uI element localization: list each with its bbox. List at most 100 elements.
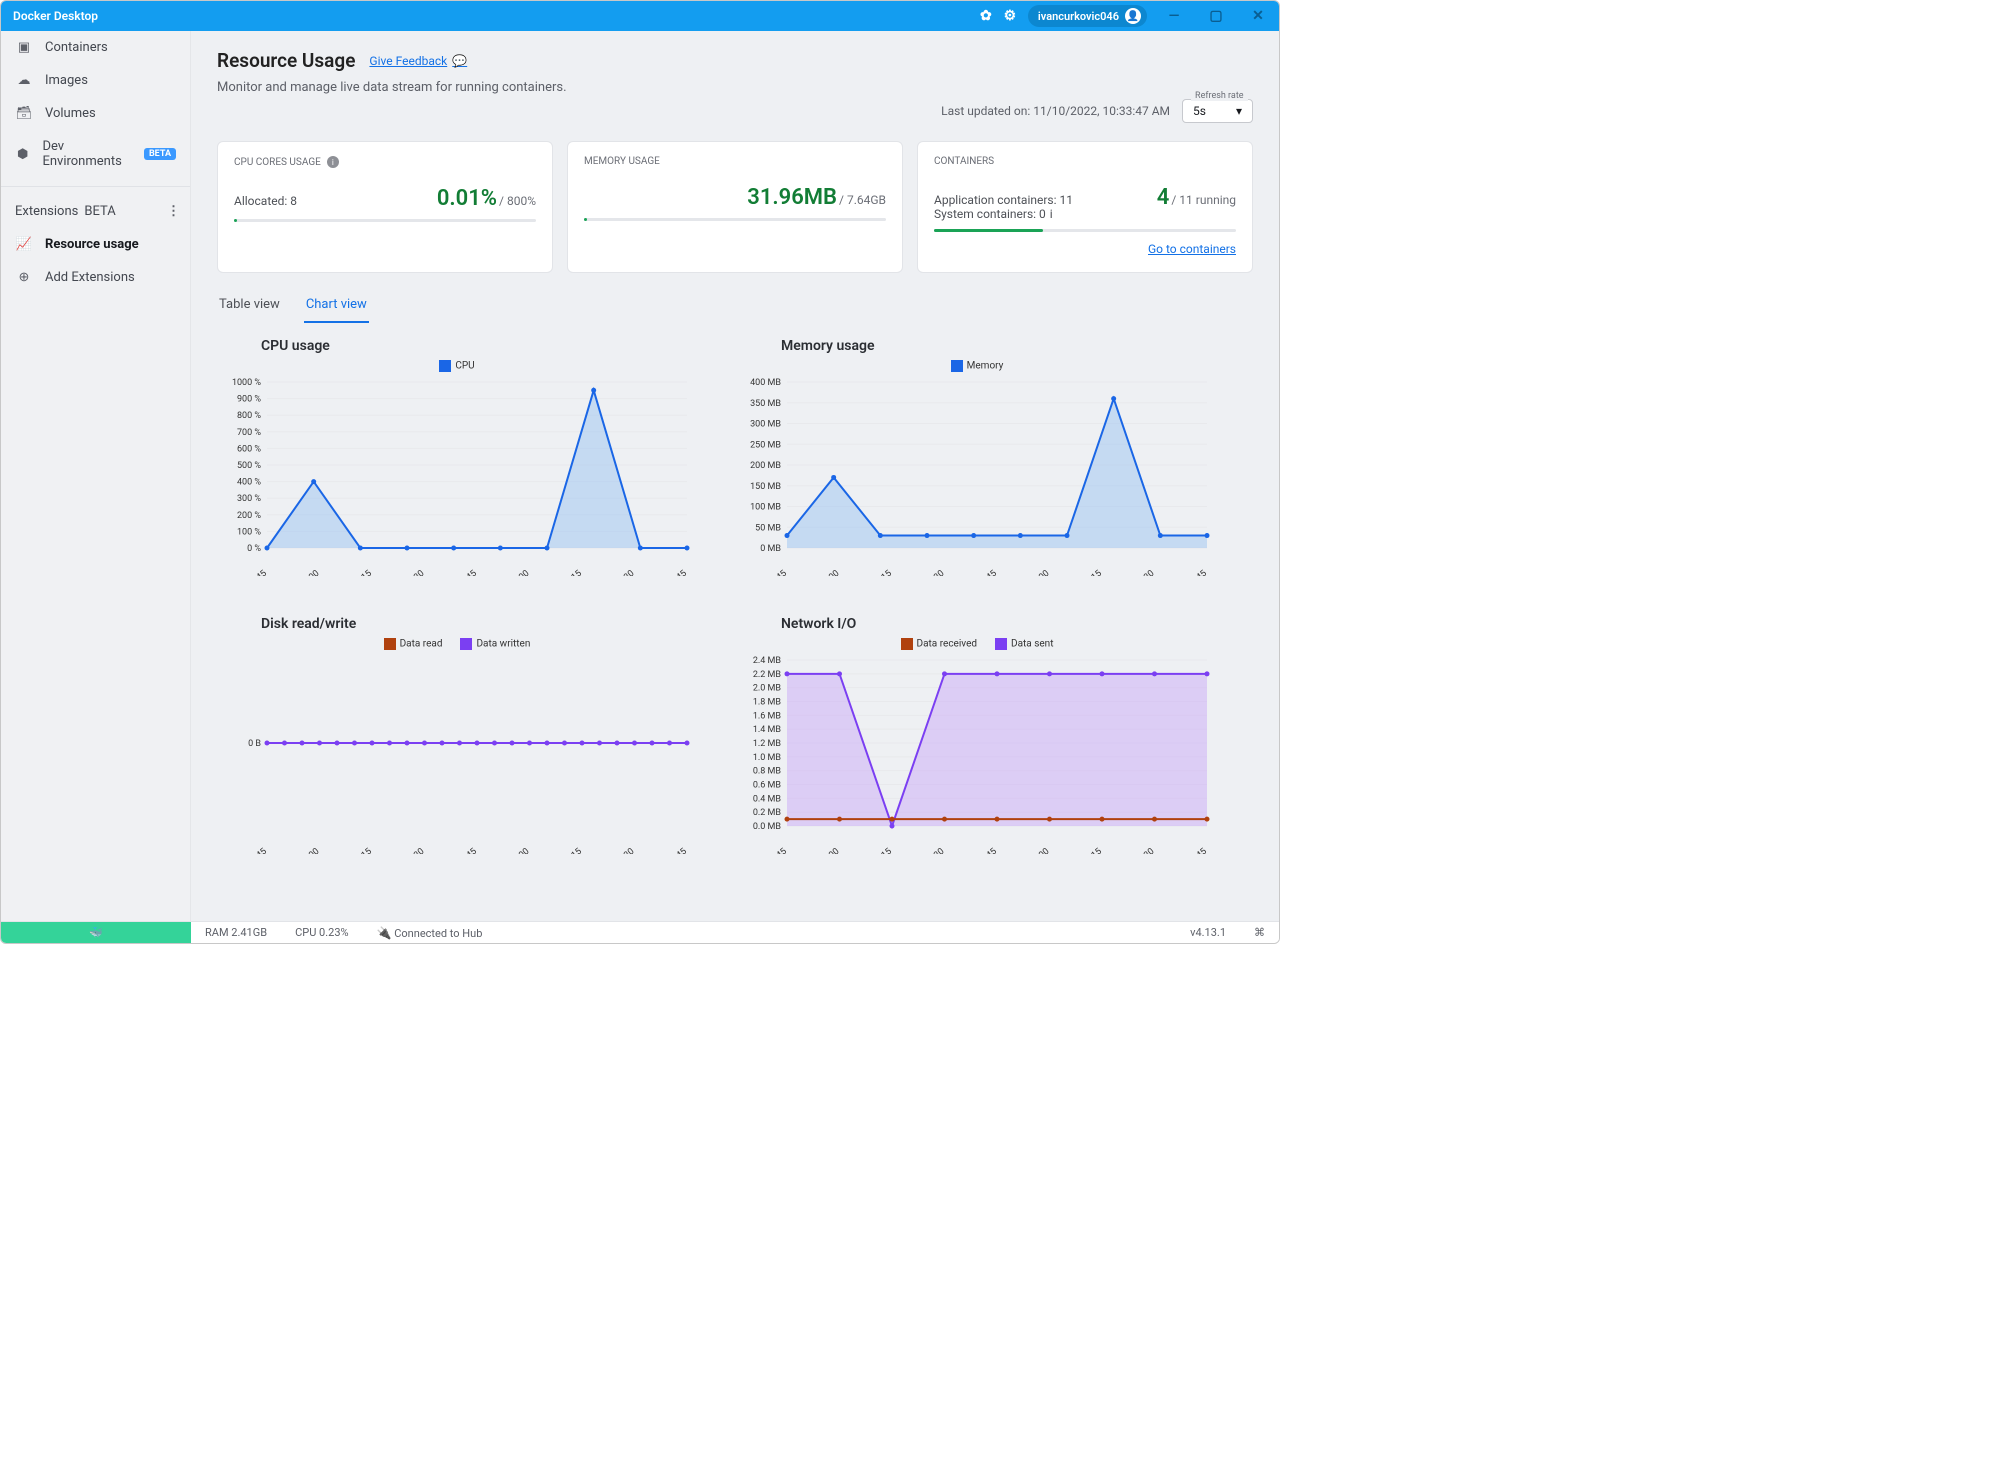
svg-text:100 MB: 100 MB — [750, 503, 781, 513]
svg-text:10:31:45: 10:31:45 — [236, 847, 269, 854]
dev-env-icon: ⬢ — [15, 147, 30, 162]
svg-text:0.4 MB: 0.4 MB — [753, 794, 782, 804]
containers-bar — [934, 229, 1236, 232]
whale-icon: 🐳 — [89, 926, 103, 939]
images-icon: ☁ — [15, 73, 33, 88]
bug-icon[interactable]: ✿ — [974, 8, 998, 24]
sys-containers-count: System containers: 0 — [934, 207, 1046, 221]
footer-hub: 🔌 Connected to Hub — [363, 926, 497, 940]
sidebar-item-label: Volumes — [45, 106, 96, 121]
beta-badge: BETA — [144, 148, 176, 160]
svg-text:0 B: 0 B — [248, 739, 261, 749]
svg-text:10:33:00: 10:33:00 — [498, 847, 531, 854]
svg-text:400 %: 400 % — [237, 478, 261, 488]
svg-text:10:32:15: 10:32:15 — [861, 847, 894, 854]
svg-text:300 %: 300 % — [237, 494, 261, 504]
svg-text:10:33:00: 10:33:00 — [1018, 847, 1051, 854]
give-feedback-link[interactable]: Give Feedback 💬 — [369, 54, 467, 68]
memory-value: 31.96MB — [747, 185, 837, 210]
card-containers: CONTAINERS Application containers: 11 Sy… — [917, 141, 1253, 273]
extensions-header: Extensions BETA ⋮ — [1, 195, 190, 228]
footer-terminal-icon[interactable]: ⌘ — [1240, 926, 1279, 939]
svg-text:10:31:45: 10:31:45 — [756, 847, 789, 854]
svg-text:10:32:30: 10:32:30 — [913, 569, 946, 576]
sidebar-item-dev-environments[interactable]: ⬢ Dev Environments BETA — [1, 130, 190, 178]
svg-text:0 MB: 0 MB — [760, 544, 781, 554]
app-name: Docker Desktop — [13, 9, 98, 23]
svg-text:1.6 MB: 1.6 MB — [753, 711, 782, 721]
feedback-icon: 💬 — [452, 54, 467, 68]
cpu-value: 0.01% — [437, 186, 497, 211]
sidebar-item-label: Containers — [45, 40, 108, 55]
footer-cpu: CPU 0.23% — [281, 926, 362, 939]
chart-network: Network I/O Data received Data sent 0.0 … — [737, 616, 1217, 854]
window-minimize-button[interactable]: — — [1153, 1, 1195, 31]
svg-text:10:32:45: 10:32:45 — [446, 569, 479, 576]
svg-text:0.8 MB: 0.8 MB — [753, 767, 782, 777]
more-icon[interactable]: ⋮ — [167, 204, 180, 219]
main-content: Resource Usage Give Feedback 💬 Monitor a… — [191, 31, 1279, 921]
svg-text:1.4 MB: 1.4 MB — [753, 725, 782, 735]
svg-text:1.2 MB: 1.2 MB — [753, 739, 782, 749]
svg-text:0.6 MB: 0.6 MB — [753, 781, 782, 791]
svg-text:10:33:15: 10:33:15 — [551, 847, 584, 854]
legend: CPU — [217, 360, 697, 372]
sidebar-item-label: Resource usage — [45, 237, 139, 252]
svg-text:10:33:00: 10:33:00 — [1018, 569, 1051, 576]
svg-text:10:31:45: 10:31:45 — [756, 569, 789, 576]
svg-text:1.8 MB: 1.8 MB — [753, 698, 782, 708]
footer-version: v4.13.1 — [1176, 926, 1240, 939]
tab-chart-view[interactable]: Chart view — [304, 291, 369, 323]
view-tabs: Table view Chart view — [217, 291, 1253, 324]
sidebar-item-label: Images — [45, 73, 88, 88]
footer-ram: RAM 2.41GB — [191, 926, 281, 939]
svg-text:10:32:45: 10:32:45 — [966, 847, 999, 854]
sidebar-item-volumes[interactable]: 🗃 Volumes — [1, 97, 190, 130]
chart-memory-usage: Memory usage Memory 0 MB50 MB100 MB150 M… — [737, 338, 1217, 576]
svg-text:10:33:15: 10:33:15 — [1071, 847, 1104, 854]
volumes-icon: 🗃 — [15, 106, 33, 121]
page-title: Resource Usage — [217, 49, 355, 72]
card-cpu-cores: CPU CORES USAGEi Allocated: 8 0.01%/ 800… — [217, 141, 553, 273]
cpu-bar — [234, 219, 536, 222]
svg-text:100 %: 100 % — [237, 527, 261, 537]
svg-text:10:33:45: 10:33:45 — [656, 847, 689, 854]
memory-bar — [584, 218, 886, 221]
svg-text:10:32:30: 10:32:30 — [393, 569, 426, 576]
sidebar-item-resource-usage[interactable]: 📈 Resource usage — [1, 228, 190, 261]
go-to-containers-link[interactable]: Go to containers — [1148, 242, 1236, 256]
sidebar-item-add-extensions[interactable]: ⊕ Add Extensions — [1, 261, 190, 294]
svg-text:10:32:45: 10:32:45 — [446, 847, 479, 854]
sidebar-item-containers[interactable]: ▣ Containers — [1, 31, 190, 64]
info-icon[interactable]: i — [1050, 207, 1053, 221]
app-containers-count: Application containers: 11 — [934, 193, 1073, 207]
running-value: 4 — [1157, 185, 1170, 210]
svg-text:350 MB: 350 MB — [750, 399, 781, 409]
beta-badge: BETA — [84, 204, 115, 219]
refresh-rate-select[interactable]: Refresh rate 5s ▾ — [1182, 99, 1253, 123]
plus-circle-icon: ⊕ — [15, 270, 33, 285]
sidebar: ▣ Containers ☁ Images 🗃 Volumes ⬢ Dev En… — [1, 31, 191, 921]
chart-disk: Disk read/write Data read Data written 0… — [217, 616, 697, 854]
window-close-button[interactable]: ✕ — [1237, 1, 1279, 31]
svg-text:50 MB: 50 MB — [755, 523, 781, 533]
svg-text:500 %: 500 % — [237, 461, 261, 471]
svg-text:10:31:45: 10:31:45 — [236, 569, 269, 576]
tab-table-view[interactable]: Table view — [217, 291, 282, 323]
sidebar-item-images[interactable]: ☁ Images — [1, 64, 190, 97]
svg-text:1.0 MB: 1.0 MB — [753, 753, 782, 763]
chart-cpu-usage: CPU usage CPU 0 %100 %200 %300 %400 %500… — [217, 338, 697, 576]
gear-icon[interactable]: ⚙ — [998, 8, 1022, 24]
chevron-down-icon: ▾ — [1236, 104, 1242, 118]
allocated-label: Allocated: 8 — [234, 194, 297, 208]
svg-text:2.2 MB: 2.2 MB — [753, 670, 782, 680]
divider — [1, 186, 190, 187]
svg-text:300 MB: 300 MB — [750, 420, 781, 430]
user-chip[interactable]: ivancurkovic046 👤 — [1028, 5, 1147, 27]
info-icon[interactable]: i — [327, 156, 339, 168]
svg-text:600 %: 600 % — [237, 444, 261, 454]
svg-text:900 %: 900 % — [237, 395, 261, 405]
window-maximize-button[interactable]: ▢ — [1195, 1, 1237, 31]
whale-status[interactable]: 🐳 — [1, 922, 191, 944]
activity-icon: 📈 — [15, 237, 33, 252]
